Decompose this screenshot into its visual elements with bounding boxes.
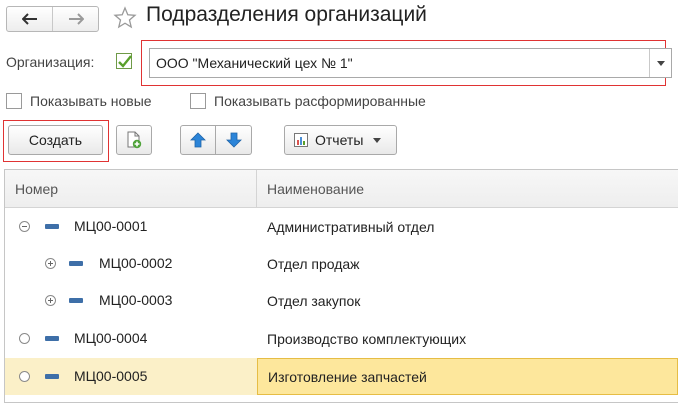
arrow-right-icon <box>68 13 84 25</box>
move-up-button[interactable] <box>180 125 216 155</box>
table-header: Номер Наименование <box>5 170 678 208</box>
column-header-number[interactable]: Номер <box>5 170 257 207</box>
collapse-icon[interactable] <box>19 221 30 232</box>
department-name: Изготовление запчастей <box>257 358 678 395</box>
dropdown-button[interactable] <box>649 49 671 77</box>
number-cell: МЦ00-0001 <box>5 208 257 245</box>
expand-icon[interactable] <box>45 295 56 306</box>
number-cell: МЦ00-0004 <box>5 320 257 357</box>
leaf-node-icon <box>19 371 30 382</box>
item-icon <box>69 261 83 266</box>
show-disbanded-label: Показывать расформированные <box>214 93 426 109</box>
table-row[interactable]: МЦ00-0001 Административный отдел <box>5 208 678 245</box>
arrow-up-icon <box>190 132 206 148</box>
table-row[interactable]: МЦ00-0002 Отдел продаж <box>5 245 678 282</box>
show-disbanded-option[interactable]: Показывать расформированные <box>190 93 426 109</box>
create-button[interactable]: Создать <box>8 125 103 155</box>
table-row[interactable]: МЦ00-0003 Отдел закупок <box>5 282 678 319</box>
department-name: Административный отдел <box>267 218 435 235</box>
forward-button[interactable] <box>52 7 98 31</box>
item-icon <box>69 298 83 303</box>
star-icon[interactable] <box>113 6 137 30</box>
chevron-down-icon <box>656 60 665 66</box>
item-icon <box>45 336 59 341</box>
page-title: Подразделения организаций <box>146 3 427 26</box>
department-name: Производство комплектующих <box>267 330 467 347</box>
organization-filter-checkbox[interactable] <box>116 53 132 69</box>
item-icon <box>45 224 59 229</box>
department-code: МЦ00-0004 <box>74 330 148 346</box>
department-name: Отдел закупок <box>267 292 361 309</box>
number-cell: МЦ00-0002 <box>5 245 257 282</box>
item-icon <box>45 374 59 379</box>
department-name: Отдел продаж <box>267 255 360 272</box>
arrow-down-icon <box>225 132 242 148</box>
back-button[interactable] <box>7 7 52 31</box>
show-new-label: Показывать новые <box>30 93 152 109</box>
reports-label: Отчеты <box>315 132 364 148</box>
checkmark-icon <box>118 55 132 68</box>
show-new-option[interactable]: Показывать новые <box>6 93 152 109</box>
arrow-left-icon <box>21 13 37 25</box>
table-row[interactable]: МЦ00-0004 Производство комплектующих <box>5 320 678 357</box>
department-code: МЦ00-0005 <box>74 368 148 384</box>
departments-table: Номер Наименование МЦ00-0001 Администрат… <box>4 169 678 403</box>
department-code: МЦ00-0002 <box>99 255 173 271</box>
navigation-buttons <box>6 6 99 32</box>
table-row-selected[interactable]: МЦ00-0005 Изготовление запчастей <box>5 358 678 395</box>
chevron-down-icon <box>373 137 382 143</box>
organization-value: ООО "Механический цех № 1" <box>156 55 353 71</box>
column-header-name[interactable]: Наименование <box>257 170 678 207</box>
show-new-checkbox[interactable] <box>6 93 22 109</box>
number-cell: МЦ00-0003 <box>5 282 257 319</box>
number-cell: МЦ00-0005 <box>5 358 257 395</box>
organization-select[interactable]: ООО "Механический цех № 1" <box>149 48 672 78</box>
organization-label: Организация: <box>6 54 95 70</box>
expand-icon[interactable] <box>45 258 56 269</box>
copy-button[interactable] <box>116 125 152 155</box>
reports-button[interactable]: Отчеты <box>284 125 397 155</box>
department-code: МЦ00-0003 <box>99 292 173 308</box>
move-down-button[interactable] <box>216 125 252 155</box>
show-disbanded-checkbox[interactable] <box>190 93 206 109</box>
leaf-node-icon <box>19 333 30 344</box>
report-icon <box>294 133 308 147</box>
copy-add-icon <box>127 131 142 149</box>
department-code: МЦ00-0001 <box>74 218 148 234</box>
